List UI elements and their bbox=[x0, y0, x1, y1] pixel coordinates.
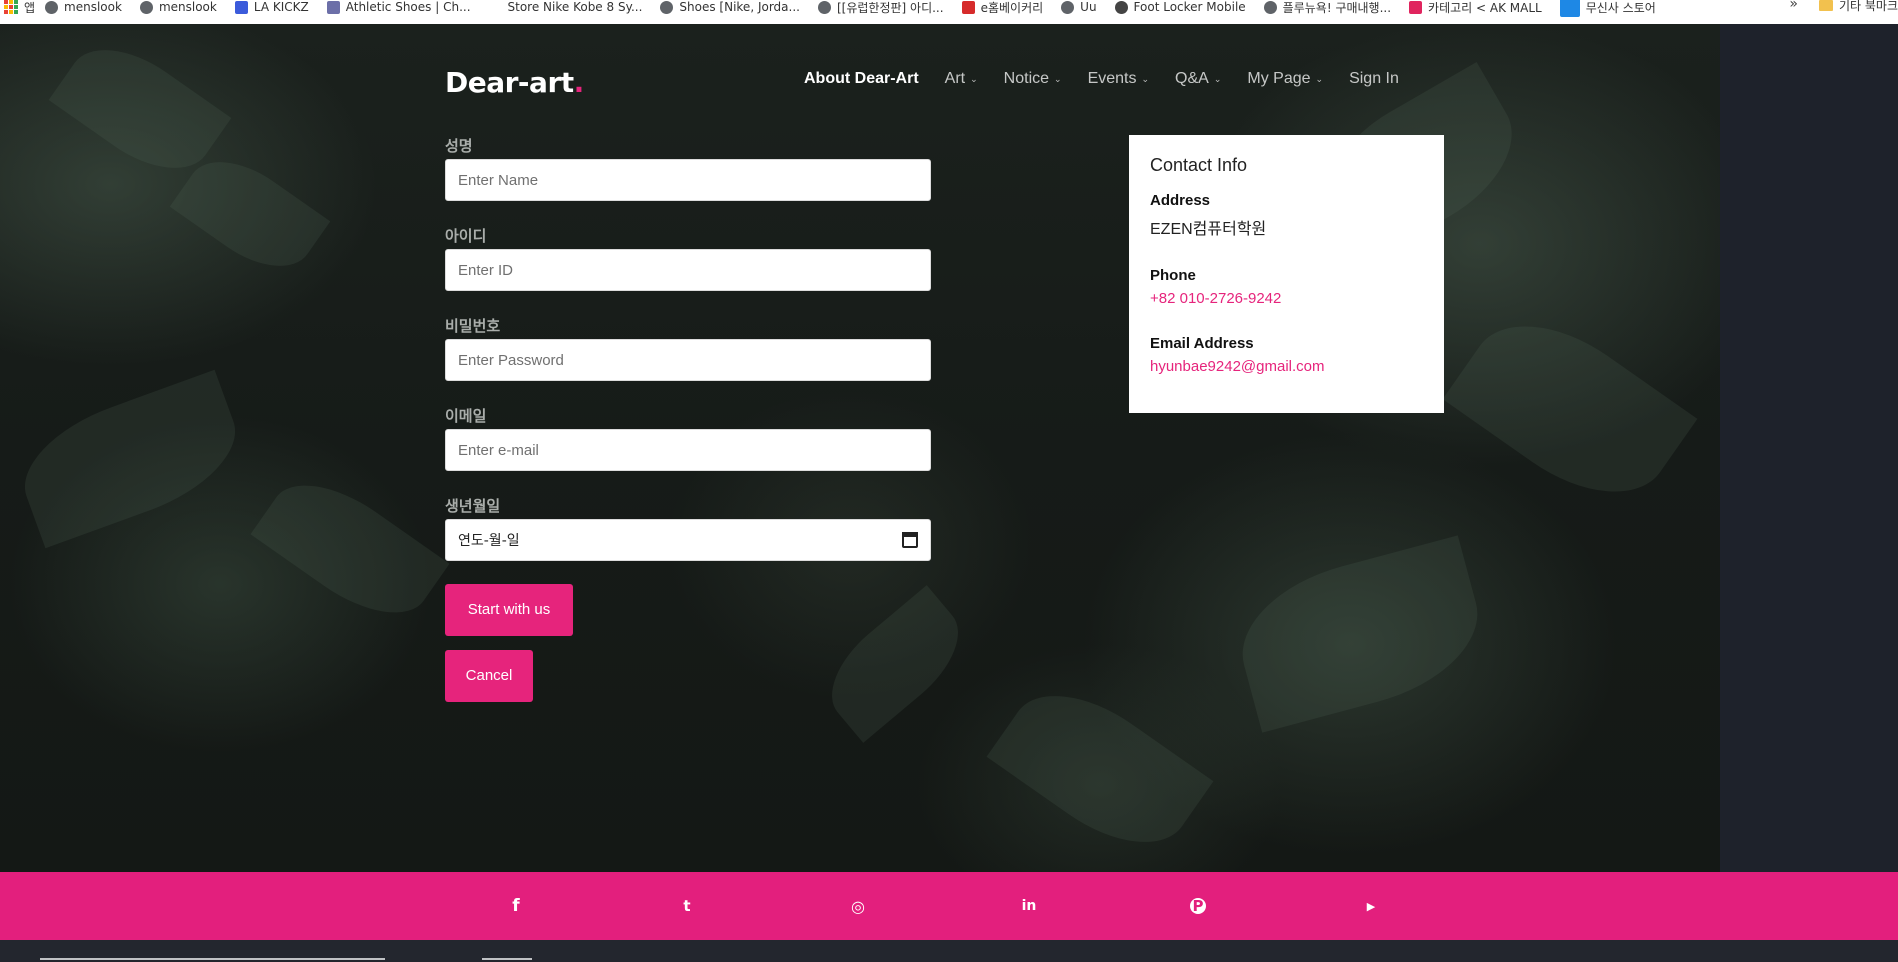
instagram-icon[interactable]: ◎ bbox=[848, 896, 868, 916]
other-bookmarks[interactable]: 기타 북마크 bbox=[1818, 0, 1898, 14]
pinterest-icon[interactable]: P bbox=[1190, 897, 1206, 915]
birthdate-input[interactable]: 연도-월-일 bbox=[445, 519, 931, 561]
youtube-icon[interactable]: ▶ bbox=[1361, 896, 1381, 916]
phone-label: Phone bbox=[1150, 267, 1196, 284]
bookmark-icon bbox=[326, 0, 340, 14]
chevron-down-icon: ⌄ bbox=[1315, 73, 1324, 84]
bookmark-item[interactable]: 무신사 스토어 bbox=[1559, 0, 1656, 17]
email-link[interactable]: hyunbae9242@gmail.com bbox=[1150, 358, 1423, 375]
globe-icon bbox=[817, 0, 831, 14]
nav-mypage[interactable]: My Page ⌄ bbox=[1247, 70, 1323, 88]
divider bbox=[40, 958, 385, 960]
bookmark-icon bbox=[488, 0, 502, 14]
address-value: EZEN컴퓨터학원 bbox=[1150, 221, 1267, 238]
globe-icon bbox=[45, 0, 59, 14]
bookmark-item[interactable]: [[유럽한정판] 아디... bbox=[817, 0, 944, 16]
bookmark-item[interactable]: Athletic Shoes | Ch... bbox=[326, 0, 471, 14]
chevron-down-icon: ⌄ bbox=[1213, 73, 1222, 84]
bookmark-icon bbox=[1114, 0, 1128, 14]
twitter-icon[interactable]: t bbox=[677, 896, 697, 916]
name-input[interactable] bbox=[445, 159, 931, 201]
nav-about[interactable]: About Dear-Art bbox=[804, 70, 919, 88]
bookmark-item[interactable]: Uu bbox=[1061, 0, 1097, 14]
id-input[interactable] bbox=[445, 249, 931, 291]
password-input[interactable] bbox=[445, 339, 931, 381]
bookmark-item[interactable]: 앱 bbox=[24, 0, 35, 16]
right-dark-panel bbox=[1720, 24, 1898, 872]
bookmark-icon bbox=[1409, 0, 1423, 14]
nav-art[interactable]: Art ⌄ bbox=[945, 70, 978, 88]
site-logo[interactable]: Dear-art. bbox=[445, 66, 584, 99]
cancel-button[interactable]: Cancel bbox=[445, 650, 533, 702]
nav-qna[interactable]: Q&A ⌄ bbox=[1175, 70, 1221, 88]
nav-signin[interactable]: Sign In bbox=[1349, 70, 1399, 88]
bookmark-item[interactable]: Store Nike Kobe 8 Sy... bbox=[488, 0, 642, 14]
bookmark-item[interactable]: LA KICKZ bbox=[234, 0, 309, 14]
nav-events[interactable]: Events ⌄ bbox=[1088, 70, 1149, 88]
signup-form: 성명 아이디 비밀번호 이메일 생년월일 연도-월-일 bbox=[445, 135, 931, 561]
globe-icon bbox=[1263, 0, 1277, 14]
social-footer: f t ◎ in P ▶ bbox=[0, 872, 1898, 940]
contact-title: Contact Info bbox=[1150, 155, 1248, 175]
chevron-down-icon: ⌄ bbox=[970, 73, 978, 84]
bookmark-icon bbox=[234, 0, 248, 14]
birthdate-value: 연도-월-일 bbox=[458, 533, 520, 549]
chevron-down-icon: ⌄ bbox=[1054, 73, 1062, 84]
password-label: 비밀번호 bbox=[445, 317, 501, 335]
bookmark-item[interactable]: Foot Locker Mobile bbox=[1114, 0, 1246, 14]
birthdate-label: 생년월일 bbox=[445, 497, 501, 515]
bookmark-icon bbox=[1559, 0, 1580, 17]
chevron-down-icon: ⌄ bbox=[1141, 73, 1150, 84]
globe-icon bbox=[139, 0, 153, 14]
email-input[interactable] bbox=[445, 429, 931, 471]
globe-icon bbox=[660, 0, 674, 14]
name-label: 성명 bbox=[445, 137, 473, 155]
bookmark-item[interactable]: Shoes [Nike, Jorda... bbox=[660, 0, 800, 14]
bookmark-icon bbox=[961, 0, 975, 14]
email-label: 이메일 bbox=[445, 407, 487, 425]
linkedin-icon[interactable]: in bbox=[1019, 896, 1039, 916]
start-button[interactable]: Start with us bbox=[445, 584, 573, 636]
calendar-icon[interactable] bbox=[902, 532, 918, 548]
email-address-label: Email Address bbox=[1150, 335, 1254, 352]
bookmarks-bar: 앱 menslook menslook LA KICKZ Athletic Sh… bbox=[0, 0, 1898, 24]
facebook-icon[interactable]: f bbox=[506, 896, 526, 916]
bookmark-item[interactable]: 플루뉴욕! 구매내행... bbox=[1263, 0, 1391, 16]
apps-icon[interactable] bbox=[4, 0, 18, 14]
bookmarks-overflow[interactable]: » bbox=[1789, 0, 1798, 12]
nav-notice[interactable]: Notice ⌄ bbox=[1004, 70, 1062, 88]
address-label: Address bbox=[1150, 192, 1211, 209]
phone-link[interactable]: +82 010-2726-9242 bbox=[1150, 290, 1423, 307]
id-label: 아이디 bbox=[445, 227, 487, 245]
divider bbox=[482, 958, 532, 960]
main-nav: About Dear-Art Art ⌄ Notice ⌄ Events ⌄ Q&A ⌄… bbox=[804, 70, 1399, 88]
bookmark-item[interactable]: 카테고리 < AK MALL bbox=[1409, 0, 1542, 16]
folder-icon bbox=[1818, 0, 1833, 11]
bookmark-item[interactable]: menslook bbox=[45, 0, 122, 14]
globe-icon bbox=[1061, 0, 1075, 14]
bookmark-item[interactable]: menslook bbox=[139, 0, 217, 14]
contact-info-card: Contact Info Address EZEN컴퓨터학원 Phone +82… bbox=[1129, 135, 1444, 413]
bookmark-item[interactable]: e홈베이커리 bbox=[961, 0, 1043, 16]
